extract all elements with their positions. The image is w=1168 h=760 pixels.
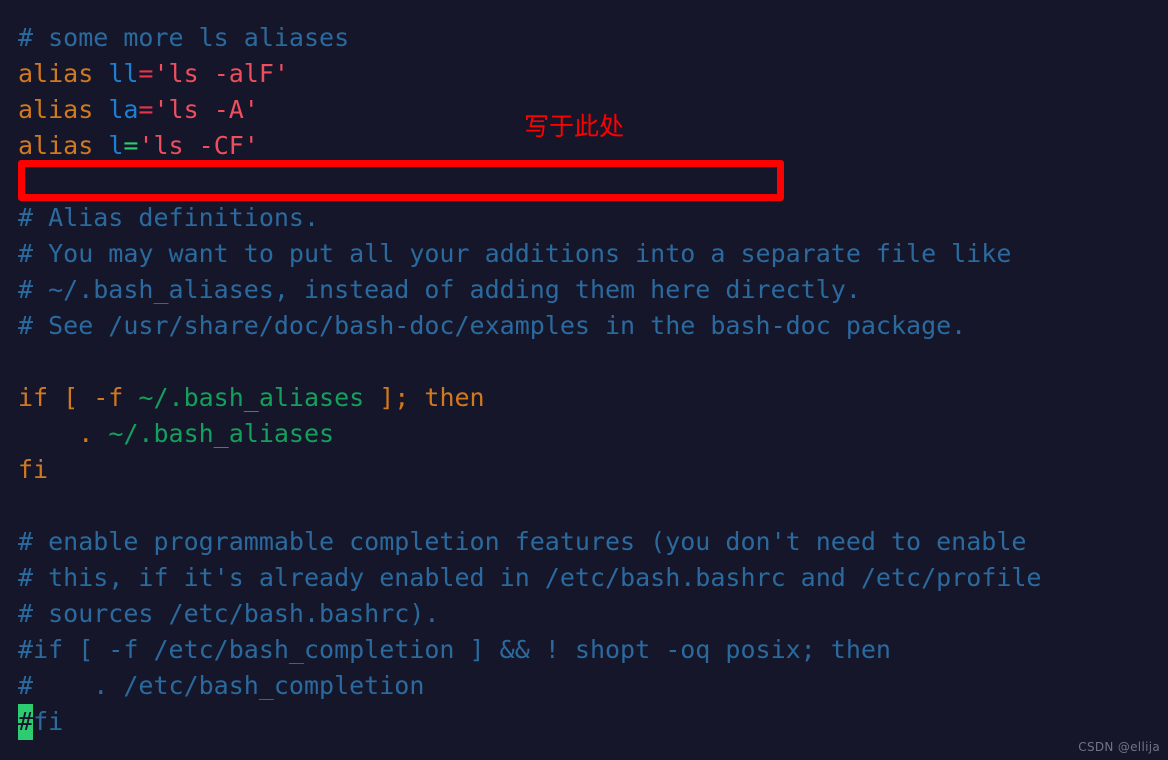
code-token: # sources /etc/bash.bashrc).: [18, 599, 440, 628]
code-token: #if [ -f /etc/bash_completion ] && ! sho…: [18, 635, 891, 664]
code-line[interactable]: #if [ -f /etc/bash_completion ] && ! sho…: [18, 632, 1158, 668]
code-line[interactable]: alias ll='ls -alF': [18, 56, 1158, 92]
code-token: # some more ls aliases: [18, 23, 350, 52]
code-token: alias: [18, 95, 109, 124]
code-token: # . /etc/bash_completion: [18, 671, 425, 700]
code-token: =: [138, 95, 154, 124]
code-token: .: [18, 419, 109, 448]
code-token: =: [138, 59, 154, 88]
code-token: la: [108, 95, 139, 124]
code-token: if [ -f: [18, 383, 139, 412]
code-line[interactable]: fi: [18, 452, 1158, 488]
code-token: # this, if it's already enabled in /etc/…: [18, 563, 1042, 592]
code-token: l: [108, 131, 124, 160]
text-editor-viewport[interactable]: # some more ls aliases alias ll='ls -alF'…: [0, 0, 1168, 760]
code-token: # See /usr/share/doc/bash-doc/examples i…: [18, 311, 967, 340]
code-token: =: [123, 131, 139, 160]
code-line[interactable]: #fi: [18, 704, 1158, 740]
code-token: alias: [18, 59, 109, 88]
text-cursor-block: #: [18, 704, 34, 740]
code-line[interactable]: # . /etc/bash_completion: [18, 668, 1158, 704]
code-line[interactable]: # sources /etc/bash.bashrc).: [18, 596, 1158, 632]
code-line[interactable]: # Alias definitions.: [18, 200, 1158, 236]
code-line[interactable]: # You may want to put all your additions…: [18, 236, 1158, 272]
code-line[interactable]: # ~/.bash_aliases, instead of adding the…: [18, 272, 1158, 308]
code-token: alias: [18, 131, 109, 160]
code-token: # enable programmable completion feature…: [18, 527, 1027, 556]
code-line[interactable]: [18, 164, 1158, 200]
code-line[interactable]: . ~/.bash_aliases: [18, 416, 1158, 452]
code-token: ]; then: [364, 383, 485, 412]
code-line[interactable]: if [ -f ~/.bash_aliases ]; then: [18, 380, 1158, 416]
code-token: 'ls -CF': [138, 131, 259, 160]
code-line[interactable]: [18, 488, 1158, 524]
code-token: ll: [108, 59, 139, 88]
code-line[interactable]: [18, 344, 1158, 380]
code-line[interactable]: # See /usr/share/doc/bash-doc/examples i…: [18, 308, 1158, 344]
code-token: # You may want to put all your additions…: [18, 239, 1012, 268]
code-token: # ~/.bash_aliases, instead of adding the…: [18, 275, 861, 304]
code-token: 'ls -alF': [153, 59, 289, 88]
code-token: ~/.bash_aliases: [138, 383, 365, 412]
code-token: 'ls -A': [153, 95, 259, 124]
annotation-label-write-here: 写于此处: [524, 112, 625, 141]
code-line[interactable]: # enable programmable completion feature…: [18, 524, 1158, 560]
code-line[interactable]: # some more ls aliases: [18, 20, 1158, 56]
code-token: # Alias definitions.: [18, 203, 320, 232]
code-token: fi: [33, 707, 64, 736]
code-token: fi: [18, 455, 49, 484]
code-token: ~/.bash_aliases: [108, 419, 335, 448]
code-line[interactable]: # this, if it's already enabled in /etc/…: [18, 560, 1158, 596]
watermark: CSDN @ellija: [1078, 740, 1160, 754]
